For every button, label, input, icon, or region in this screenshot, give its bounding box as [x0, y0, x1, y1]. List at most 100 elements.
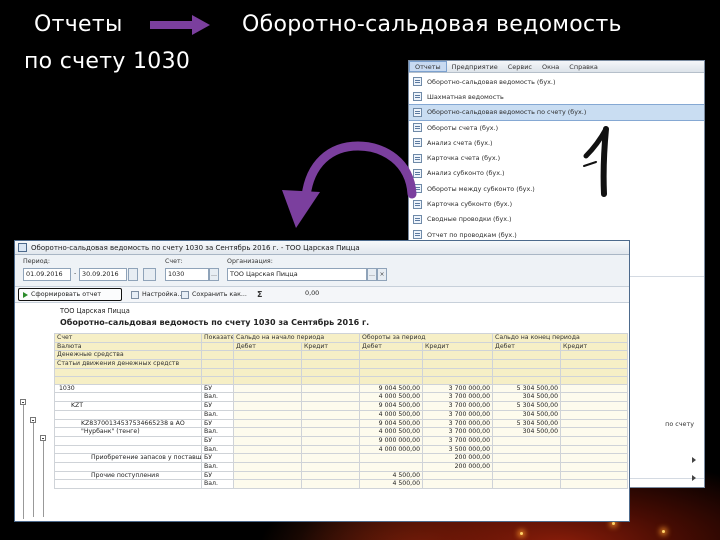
menu-bar-help[interactable]: Справка	[564, 61, 603, 72]
clear-icon[interactable]: ×	[377, 268, 387, 281]
table-cell-ec	[560, 453, 629, 463]
menu-item-chess-sheet[interactable]: Шахматная ведомость	[409, 89, 704, 104]
menu-bar-enterprise[interactable]: Предприятие	[447, 61, 503, 72]
table-row[interactable]: "Нурбанк" (тенге) Вал. 4 000 500,00 3 700 0…	[54, 427, 629, 437]
table-cell-tc: 3 700 000,00	[422, 435, 494, 446]
organization-field[interactable]: ТОО Царская Пицца	[227, 268, 367, 281]
account-label: Счет:	[165, 258, 183, 265]
table-row[interactable]: Вал. 4 000 500,00 3 700 000,00 304 500,00	[54, 392, 629, 403]
curved-arrow-icon	[282, 141, 417, 228]
heading-osv: Оборотно-сальдовая ведомость	[242, 12, 622, 37]
menu-bar-windows[interactable]: Окна	[537, 61, 564, 72]
table-cell-acc	[54, 444, 202, 455]
table-cell-ed	[492, 435, 562, 446]
table-header-row: Валюта Дебет Кредит Дебет Кредит Дебет К…	[54, 341, 629, 352]
reports-menu-list: Оборотно-сальдовая ведомость (бух.) Шахм…	[409, 73, 704, 242]
table-cell-tc	[422, 479, 494, 489]
table-cell-sd	[233, 479, 302, 489]
menu-item-subconto-analysis[interactable]: Анализ субконто (бух.)	[409, 166, 704, 181]
table-cell-sd	[233, 392, 302, 403]
table-row[interactable]: Прочие поступления БУ 4 500,00	[54, 470, 629, 481]
table-cell-ec	[560, 392, 629, 403]
menu-item-account-card[interactable]: Карточка счета (бух.)	[409, 150, 704, 165]
table-row[interactable]: Вал. 4 000 000,00 3 500 000,00	[54, 444, 629, 455]
table-cell-td: 9 004 500,00	[359, 401, 424, 411]
table-cell-sc	[300, 444, 361, 455]
table-cell-acc: Приобретение запасов у поставщиков	[54, 453, 202, 463]
table-row[interactable]: Приобретение запасов у поставщиковБУ 200 …	[54, 453, 629, 463]
table-cell-ec	[560, 470, 629, 481]
table-row[interactable]: 1030 БУ 9 004 500,00 3 700 000,00 5 304 500,…	[54, 383, 629, 394]
table-cell-sd	[233, 470, 302, 481]
spark-decoration	[612, 522, 615, 525]
table-cell-sd	[233, 383, 302, 394]
collapse-group-icon[interactable]	[20, 399, 26, 405]
table-cell-sc	[300, 383, 361, 394]
account-field[interactable]: 1030	[165, 268, 209, 281]
table-cell-ind: Вал.	[201, 427, 234, 437]
table-row[interactable]: Вал. 4 000 500,00 3 700 000,00 304 500,00	[54, 409, 629, 420]
period-select-button[interactable]	[143, 268, 156, 281]
submenu-arrow-icon	[692, 475, 696, 481]
table-row[interactable]: KZT БУ 9 004 500,00 3 700 000,00 5 304 500,0…	[54, 401, 629, 411]
table-cell-ind: Вал.	[201, 392, 234, 403]
table-row[interactable]: БУ 9 000 000,00 3 700 000,00	[54, 435, 629, 446]
menu-bar-service[interactable]: Сервис	[503, 61, 537, 72]
table-cell-ind: Вал.	[201, 461, 234, 472]
collapse-group-icon[interactable]	[30, 417, 36, 423]
menu-item-account-turnover[interactable]: Обороты счета (бух.)	[409, 120, 704, 135]
heading-reports: Отчеты	[34, 12, 123, 37]
menu-bar: Отчеты Предприятие Сервис Окна Справка	[409, 61, 704, 73]
col-header-turnover: Обороты за период	[359, 333, 494, 343]
col-header-debit: Дебет	[233, 341, 302, 352]
col-header-opening-balance: Сальдо на начало периода	[232, 333, 361, 343]
col-header-credit: Кредит	[300, 341, 361, 352]
play-icon	[23, 291, 28, 298]
sum-button[interactable]: Σ	[253, 288, 266, 301]
table-header-row	[54, 367, 629, 377]
table-row[interactable]: KZ83700134537534665238 в АО БУ 9 004 500,0…	[54, 418, 629, 429]
table-cell-ec	[560, 418, 629, 429]
table-cell-ec	[560, 409, 629, 420]
table-cell-sd	[233, 461, 302, 472]
period-from-field[interactable]: 01.09.2016	[23, 268, 71, 281]
report-filter-panel: Период: Счет: Организация: 01.09.2016 - …	[15, 255, 629, 287]
table-cell-tc: 3 700 000,00	[422, 418, 494, 429]
report-heading: Оборотно-сальдовая ведомость по счету 10…	[60, 318, 370, 327]
menu-item-summary-entries[interactable]: Сводные проводки (бух.)	[409, 212, 704, 227]
form-report-button[interactable]: Сформировать отчет	[18, 288, 122, 301]
period-to-field[interactable]: 30.09.2016	[79, 268, 127, 281]
table-cell-tc	[422, 470, 494, 481]
table-cell-ind: БУ	[201, 453, 234, 463]
table-cell-sd	[233, 444, 302, 455]
table-cell-ec	[560, 479, 629, 489]
menu-bar-reports[interactable]: Отчеты	[409, 61, 447, 72]
report-icon	[413, 92, 422, 102]
table-cell-acc: KZT	[54, 401, 202, 411]
menu-item-subconto-card[interactable]: Карточка субконто (бух.)	[409, 196, 704, 211]
table-cell-sd	[233, 418, 302, 429]
menu-item-subconto-turnover[interactable]: Обороты между субконто (бух.)	[409, 181, 704, 196]
menu-item-osv[interactable]: Оборотно-сальдовая ведомость (бух.)	[409, 74, 704, 89]
collapse-group-icon[interactable]	[40, 435, 46, 441]
menu-item-account-analysis[interactable]: Анализ счета (бух.)	[409, 135, 704, 150]
spark-decoration	[520, 532, 523, 535]
right-arrow-icon	[150, 15, 210, 35]
table-cell-ed: 5 304 500,00	[492, 418, 562, 429]
table-cell-td: 9 004 500,00	[359, 383, 424, 394]
menu-item-osv-by-account[interactable]: Оборотно-сальдовая ведомость по счету (б…	[409, 103, 704, 121]
organization-name: ТОО Царская Пицца	[60, 307, 130, 315]
table-row[interactable]: Вал. 4 500,00	[54, 479, 629, 489]
account-select-button[interactable]: …	[209, 268, 219, 281]
table-cell-ind: БУ	[201, 435, 234, 446]
table-header-row: Денежные средства	[54, 350, 629, 361]
table-row[interactable]: Вал. 200 000,00	[54, 461, 629, 472]
table-cell-td: 4 000 500,00	[359, 409, 424, 420]
calendar-icon[interactable]	[128, 268, 138, 281]
sum-icon: Σ	[257, 290, 263, 299]
save-as-button[interactable]: Сохранить как...	[177, 288, 251, 301]
table-cell-tc: 200 000,00	[422, 461, 494, 472]
organization-select-button[interactable]: …	[367, 268, 377, 281]
table-cell-sc	[300, 461, 361, 472]
table-cell-td: 4 000 500,00	[359, 392, 424, 403]
